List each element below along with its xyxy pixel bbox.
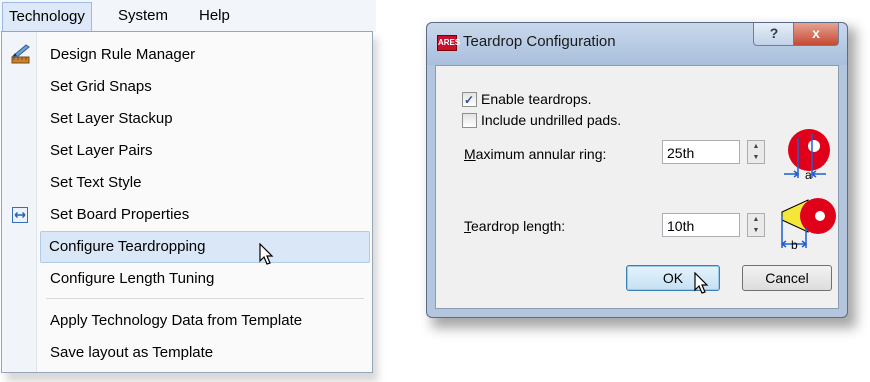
menu-item-set-layer-stackup[interactable]: Set Layer Stackup bbox=[42, 104, 364, 134]
menu-icon-gutter bbox=[2, 32, 37, 372]
spin-up-icon[interactable]: ▲ bbox=[748, 141, 764, 152]
include-undrilled-label: Include undrilled pads. bbox=[481, 112, 622, 128]
include-undrilled-checkbox[interactable] bbox=[462, 113, 477, 128]
menu-item-set-board-properties[interactable]: Set Board Properties bbox=[42, 200, 364, 230]
menu-item-apply-technology-template[interactable]: Apply Technology Data from Template bbox=[42, 306, 364, 336]
menubar-help[interactable]: Help bbox=[193, 3, 236, 29]
spin-up-icon[interactable]: ▲ bbox=[748, 214, 764, 225]
spin-down-icon[interactable]: ▼ bbox=[748, 152, 764, 163]
mouse-pointer-icon bbox=[694, 272, 709, 294]
board-properties-icon bbox=[12, 207, 28, 223]
teardrop-length-label: Teardrop length: bbox=[464, 218, 565, 234]
cancel-button[interactable]: Cancel bbox=[742, 265, 832, 291]
annular-ring-label: Maximum annular ring: bbox=[464, 146, 606, 162]
menu-item-configure-teardropping[interactable]: Configure Teardropping bbox=[40, 231, 370, 263]
diagram-label-b: b bbox=[791, 238, 798, 252]
teardrop-length-spinner[interactable]: ▲ ▼ bbox=[747, 213, 765, 237]
annular-ring-input[interactable]: 25th bbox=[662, 140, 740, 164]
dialog-titlebar[interactable]: ARES Teardrop Configuration ? x bbox=[427, 23, 847, 65]
ares-app-icon: ARES bbox=[437, 35, 460, 51]
menu-item-design-rule-manager[interactable]: Design Rule Manager bbox=[42, 40, 364, 70]
annular-ring-spinner[interactable]: ▲ ▼ bbox=[747, 140, 765, 164]
dialog-client-area: ✓ Enable teardrops. Include undrilled pa… bbox=[435, 65, 839, 309]
menubar-system[interactable]: System bbox=[112, 3, 174, 29]
close-button[interactable]: x bbox=[793, 23, 839, 46]
annular-ring-mnemonic: M bbox=[464, 146, 476, 162]
enable-teardrops-checkbox[interactable]: ✓ bbox=[462, 92, 477, 107]
enable-teardrops-label: Enable teardrops. bbox=[481, 91, 592, 107]
menu-item-save-layout-template[interactable]: Save layout as Template bbox=[42, 338, 364, 368]
spin-down-icon[interactable]: ▼ bbox=[748, 225, 764, 236]
mouse-pointer-icon bbox=[259, 243, 274, 265]
teardrop-length-input[interactable]: 10th bbox=[662, 213, 740, 237]
menu-item-configure-length-tuning[interactable]: Configure Length Tuning bbox=[42, 264, 364, 294]
teardrop-configuration-dialog: ARES Teardrop Configuration ? x ✓ Enable… bbox=[426, 22, 848, 318]
dialog-title: Teardrop Configuration bbox=[463, 33, 616, 50]
menu-item-set-layer-pairs[interactable]: Set Layer Pairs bbox=[42, 136, 364, 166]
help-button[interactable]: ? bbox=[753, 23, 795, 46]
menubar-technology[interactable]: Technology bbox=[2, 2, 92, 33]
menu-separator bbox=[46, 298, 364, 299]
teardrop-length-label-text: eardrop length: bbox=[471, 218, 566, 234]
annular-ring-label-text: aximum annular ring: bbox=[475, 146, 607, 162]
teardrop-length-mnemonic: T bbox=[464, 218, 471, 234]
design-rule-icon bbox=[11, 44, 30, 64]
menu-bar: Technology System Help bbox=[0, 0, 376, 33]
checkmark-icon: ✓ bbox=[464, 93, 475, 107]
menu-item-set-text-style[interactable]: Set Text Style bbox=[42, 168, 364, 198]
annular-ring-diagram: a bbox=[784, 129, 830, 182]
menu-item-set-grid-snaps[interactable]: Set Grid Snaps bbox=[42, 72, 364, 102]
diagram-label-a: a bbox=[805, 168, 812, 182]
teardrop-length-diagram: b bbox=[780, 198, 836, 252]
technology-menu: Design Rule Manager Set Grid Snaps Set L… bbox=[1, 31, 373, 373]
